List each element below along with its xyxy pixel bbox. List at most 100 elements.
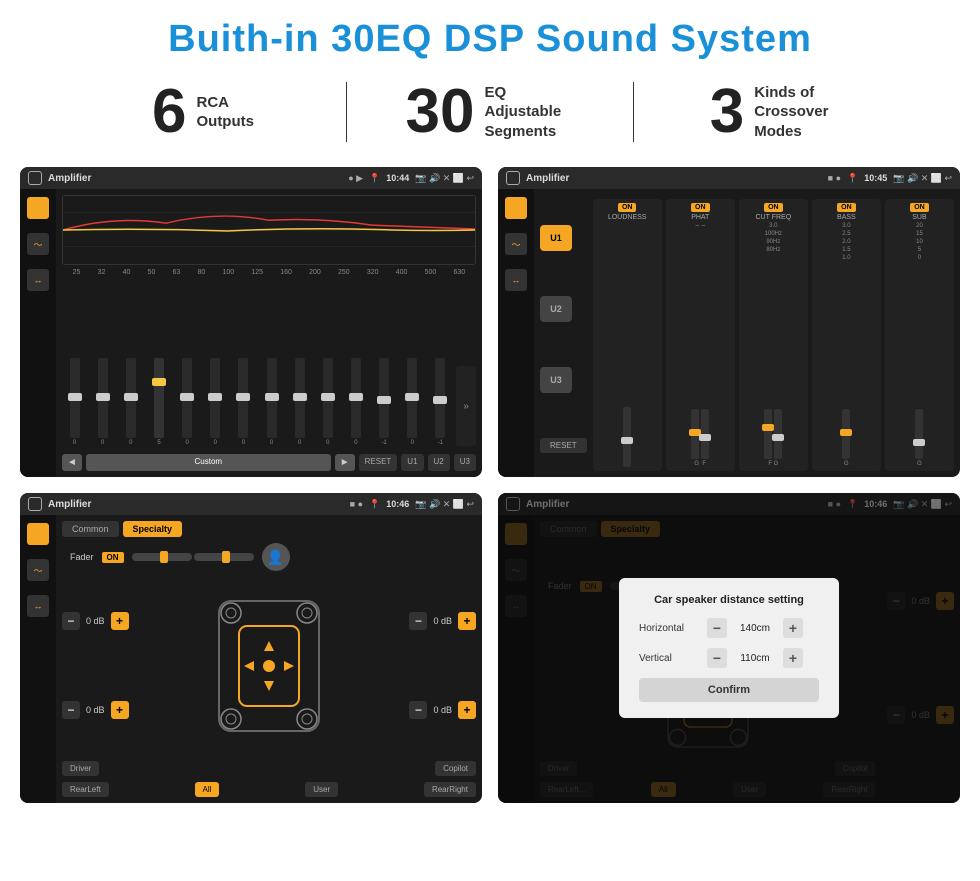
eq-slider-12[interactable]: 0 — [400, 358, 425, 446]
eq-slider-4[interactable]: 0 — [175, 358, 200, 446]
amp-content: ≡ 〜 ↔ U1 U2 U3 RESET — [498, 189, 960, 477]
eq-slider-13[interactable]: -1 — [428, 358, 453, 446]
screens-grid: Amplifier ● ▶ 📍 10:44 📷 🔊 ✕ ⬜ ↩ ≡ 〜 ↔ — [0, 157, 980, 813]
bass-slider[interactable] — [842, 409, 850, 459]
fader-controls-row: Fader ON 👤 — [62, 543, 476, 571]
plus-bl[interactable]: + — [111, 701, 129, 719]
phat-slider-f[interactable] — [701, 409, 709, 459]
status-bar-1: Amplifier ● ▶ 📍 10:44 📷 🔊 ✕ ⬜ ↩ — [20, 167, 482, 189]
fader-bottom-row2: RearLeft All User RearRight — [62, 782, 476, 797]
u2-btn[interactable]: U2 — [540, 296, 572, 322]
minus-tr[interactable]: − — [409, 612, 427, 630]
amp-sidebar-icon-1[interactable]: ≡ — [505, 197, 527, 219]
fader-slider-1[interactable] — [132, 553, 192, 561]
eq-next-btn[interactable]: ► — [335, 454, 355, 471]
plus-tr[interactable]: + — [458, 612, 476, 630]
phat-on[interactable]: ON — [691, 203, 710, 212]
dialog-minus-v[interactable]: − — [707, 648, 727, 668]
cutfreq-slider-f[interactable] — [764, 409, 772, 459]
eq-slider-2[interactable]: 0 — [118, 358, 143, 446]
eq-slider-expand[interactable]: » — [456, 366, 476, 446]
eq-slider-3[interactable]: 5 — [146, 358, 171, 446]
minus-bl[interactable]: − — [62, 701, 80, 719]
sub-slider[interactable] — [915, 409, 923, 459]
dialog-row-vertical: Vertical − 110cm + — [639, 648, 819, 668]
home-icon-2[interactable] — [506, 171, 520, 185]
eq-slider-6[interactable]: 0 — [231, 358, 256, 446]
eq-slider-7[interactable]: 0 — [259, 358, 284, 446]
copilot-btn[interactable]: Copilot — [435, 761, 476, 776]
u3-btn[interactable]: U3 — [540, 367, 572, 393]
home-icon-3[interactable] — [28, 497, 42, 511]
vol-tr: 0 dB — [433, 616, 452, 626]
eq-u1-btn[interactable]: U1 — [401, 454, 423, 471]
eq-slider-9[interactable]: 0 — [315, 358, 340, 446]
screen-eq: Amplifier ● ▶ 📍 10:44 📷 🔊 ✕ ⬜ ↩ ≡ 〜 ↔ — [20, 167, 482, 477]
minus-br[interactable]: − — [409, 701, 427, 719]
channel-phat: ON PHAT ~~ — [666, 199, 735, 471]
cutfreq-label: CUT FREQ — [756, 214, 792, 221]
fader-sidebar-icon-2[interactable]: 〜 — [27, 559, 49, 581]
location-icon-1: 📍 — [369, 173, 380, 184]
phat-label: PHAT — [691, 214, 709, 221]
eq-main: 2532405063 80100125160200 25032040050063… — [56, 189, 482, 477]
eq-u2-btn[interactable]: U2 — [428, 454, 450, 471]
eq-slider-11[interactable]: -1 — [372, 358, 397, 446]
eq-slider-10[interactable]: 0 — [343, 358, 368, 446]
eq-slider-8[interactable]: 0 — [287, 358, 312, 446]
bass-on[interactable]: ON — [837, 203, 856, 212]
eq-slider-0[interactable]: 0 — [62, 358, 87, 446]
plus-tl[interactable]: + — [111, 612, 129, 630]
stat-number-crossover: 3 — [710, 81, 744, 143]
eq-slider-5[interactable]: 0 — [203, 358, 228, 446]
time-2: 10:45 — [864, 173, 887, 183]
eq-sidebar-icon-2[interactable]: 〜 — [27, 233, 49, 255]
rearleft-btn[interactable]: RearLeft — [62, 782, 109, 797]
dialog-value-vertical: 110cm — [735, 653, 775, 664]
eq-reset-btn[interactable]: RESET — [359, 454, 398, 471]
u1-btn[interactable]: U1 — [540, 225, 572, 251]
amp-reset-btn[interactable]: RESET — [540, 438, 587, 453]
minus-tl[interactable]: − — [62, 612, 80, 630]
phat-slider-g[interactable] — [691, 409, 699, 459]
app-title-2: Amplifier — [526, 173, 822, 184]
loudness-slider[interactable] — [623, 407, 631, 467]
fader-bottom-row1: Driver Copilot — [62, 761, 476, 776]
eq-slider-1[interactable]: 0 — [90, 358, 115, 446]
channel-cutfreq: ON CUT FREQ 3.0 100Hz 90Hz 80Hz — [739, 199, 808, 471]
amp-sidebar-icon-3[interactable]: ↔ — [505, 269, 527, 291]
dialog-minus-h[interactable]: − — [707, 618, 727, 638]
fader-sidebar-icon-3[interactable]: ↔ — [27, 595, 49, 617]
dialog-plus-v[interactable]: + — [783, 648, 803, 668]
eq-sidebar-icon-3[interactable]: ↔ — [27, 269, 49, 291]
all-btn[interactable]: All — [195, 782, 220, 797]
eq-chart — [62, 195, 476, 265]
status-icons-1: 📷 🔊 ✕ ⬜ ↩ — [415, 173, 474, 184]
loudness-label: LOUDNESS — [608, 214, 647, 221]
fader-sidebar-icon-1[interactable]: ≡ — [27, 523, 49, 545]
eq-sidebar-icon-1[interactable]: ≡ — [27, 197, 49, 219]
vol-tl: 0 dB — [86, 616, 105, 626]
plus-br[interactable]: + — [458, 701, 476, 719]
fader-tab-common[interactable]: Common — [62, 521, 119, 537]
sub-on[interactable]: ON — [910, 203, 929, 212]
fader-tab-specialty[interactable]: Specialty — [123, 521, 183, 537]
fader-content: ≡ 〜 ↔ Common Specialty Fader ON — [20, 515, 482, 803]
dialog-plus-h[interactable]: + — [783, 618, 803, 638]
vol-row-bl: − 0 dB + — [62, 701, 129, 719]
dialog-box: Car speaker distance setting Horizontal … — [619, 578, 839, 718]
eq-u3-btn[interactable]: U3 — [454, 454, 476, 471]
stat-item-rca: 6 RCAOutputs — [60, 81, 346, 143]
rearright-btn[interactable]: RearRight — [424, 782, 476, 797]
fader-slider-2[interactable] — [194, 553, 254, 561]
eq-prev-btn[interactable]: ◄ — [62, 454, 82, 471]
driver-btn[interactable]: Driver — [62, 761, 99, 776]
fader-on-badge[interactable]: ON — [102, 552, 124, 563]
user-btn[interactable]: User — [305, 782, 338, 797]
home-icon-1[interactable] — [28, 171, 42, 185]
amp-sidebar-icon-2[interactable]: 〜 — [505, 233, 527, 255]
cutfreq-on[interactable]: ON — [764, 203, 783, 212]
loudness-on[interactable]: ON — [618, 203, 637, 212]
dialog-confirm-btn[interactable]: Confirm — [639, 678, 819, 702]
cutfreq-slider-g[interactable] — [774, 409, 782, 459]
